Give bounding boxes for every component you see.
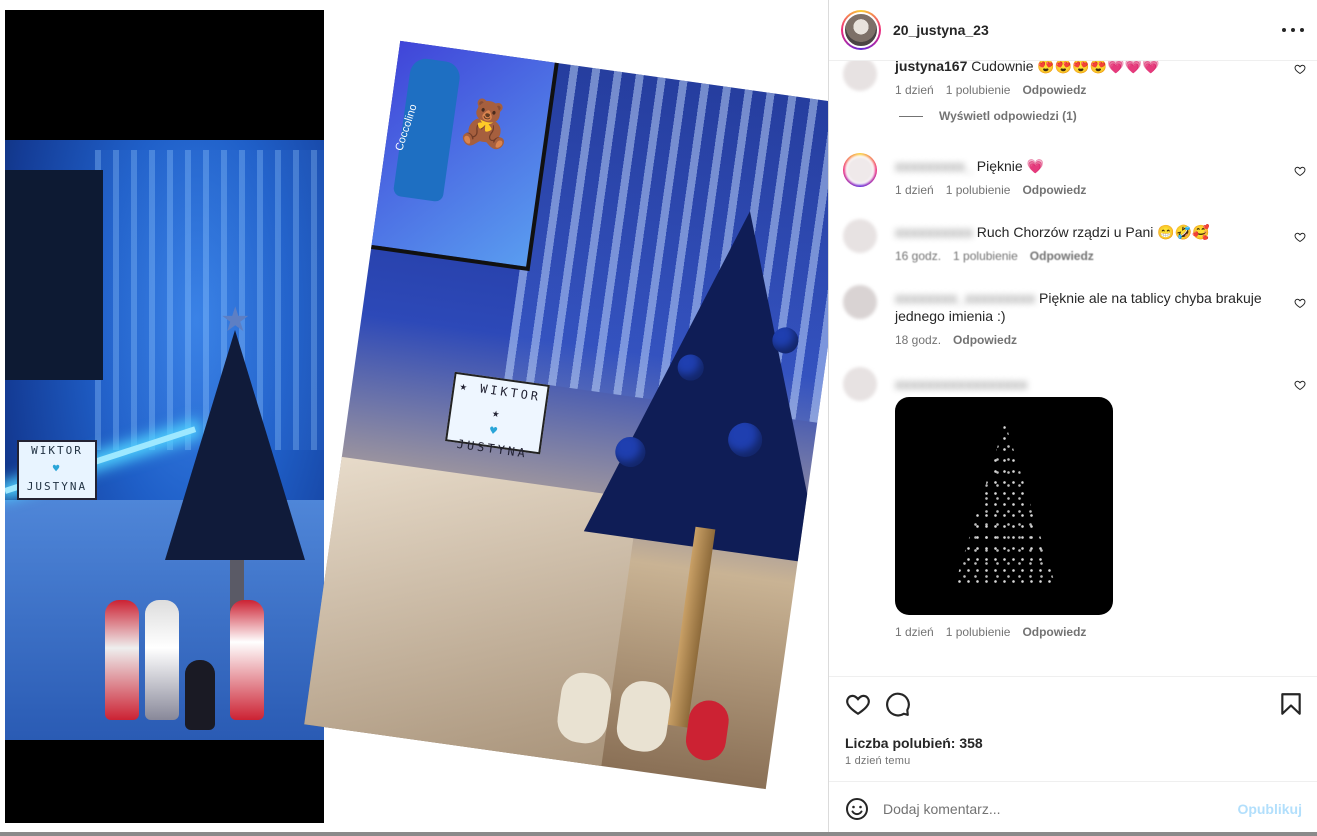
letter-board-sign: ★ WIKTOR ★ ♥ JUSTYNA [445, 371, 550, 461]
comments-list[interactable]: justyna167 Cudownie 😍😍😍😍💗💗💗 1 dzień 1 po… [829, 61, 1317, 676]
comment-username[interactable]: xxxxxxxx_xxxxxxxxx [895, 290, 1035, 306]
reply-button[interactable]: Odpowiedz [1022, 83, 1086, 97]
heart-icon[interactable] [845, 691, 871, 717]
likes-count[interactable]: Liczba polubień: 358 [845, 735, 983, 751]
reply-button[interactable]: Odpowiedz [1022, 183, 1086, 197]
commenter-avatar[interactable] [843, 61, 877, 91]
author-username[interactable]: 20_justyna_23 [893, 22, 989, 38]
comment-item: xxxxxxxxxxxxxxxxx 1 dzień 1 polubienie O… [829, 367, 1317, 647]
heart-icon[interactable] [1294, 165, 1306, 177]
post-date[interactable]: 1 dzień temu [845, 755, 910, 767]
reply-button[interactable]: Odpowiedz [953, 333, 1017, 347]
comment-composer: Opublikuj [829, 781, 1317, 836]
post-media[interactable]: WIKTOR ♥ JUSTYNA ★ 🧸 Coccolino ★ WIKTOR … [0, 0, 828, 836]
comment-gif[interactable] [895, 397, 1113, 615]
comment-time[interactable]: 1 dzień [895, 83, 934, 97]
bookmark-icon[interactable] [1278, 691, 1304, 717]
commenter-avatar[interactable] [843, 367, 877, 401]
reply-button[interactable]: Odpowiedz [1030, 249, 1094, 263]
comment-likes[interactable]: 1 polubienie [946, 625, 1011, 639]
photo-warm-tree: 🧸 Coccolino ★ WIKTOR ★ ♥ JUSTYNA [304, 40, 828, 790]
more-icon[interactable] [1282, 20, 1304, 40]
comment-username[interactable]: xxxxxxxxxx [895, 224, 973, 240]
reply-button[interactable]: Odpowiedz [1022, 625, 1086, 639]
post-sidebar: 20_justyna_23 justyna167 Cudownie 😍😍😍😍💗💗… [828, 0, 1317, 836]
heart-icon[interactable] [1294, 297, 1306, 309]
commenter-avatar[interactable] [843, 153, 877, 187]
comment-time[interactable]: 1 dzień [895, 183, 934, 197]
letter-board-sign: WIKTOR ♥ JUSTYNA [17, 440, 97, 500]
heart-icon[interactable] [1294, 63, 1306, 75]
comment-text: Ruch Chorzów rządzi u Pani 😁🤣🥰 [976, 224, 1210, 240]
comment-text: Pięknie 💗 [976, 158, 1045, 174]
photo-blue-tree: WIKTOR ♥ JUSTYNA ★ [5, 10, 324, 823]
comment-input[interactable] [883, 794, 1233, 824]
commenter-avatar[interactable] [843, 285, 877, 319]
view-replies-button[interactable]: Wyświetl odpowiedzi (1) [899, 109, 1077, 123]
post-comment-button[interactable]: Opublikuj [1237, 801, 1302, 817]
comment-time[interactable]: 1 dzień [895, 625, 934, 639]
comment-icon[interactable] [885, 691, 911, 717]
comment-time[interactable]: 16 godz. [895, 249, 941, 263]
comment-likes[interactable]: 1 polubienie [946, 183, 1011, 197]
comment-username[interactable]: xxxxxxxxx_ [895, 158, 973, 174]
author-avatar[interactable] [841, 10, 881, 50]
post-actions: Liczba polubień: 358 1 dzień temu [829, 676, 1317, 781]
heart-icon[interactable] [1294, 379, 1306, 391]
comment-username[interactable]: justyna167 [895, 61, 967, 74]
christmas-tree [165, 330, 305, 560]
comment-time[interactable]: 18 godz. [895, 333, 941, 347]
post-header: 20_justyna_23 [829, 0, 1317, 61]
window-bottom-edge [0, 832, 1317, 836]
comment-likes[interactable]: 1 polubienie [953, 249, 1018, 263]
heart-icon[interactable] [1294, 231, 1306, 243]
comment-text: Cudownie 😍😍😍😍💗💗💗 [971, 61, 1160, 74]
comment-likes[interactable]: 1 polubienie [946, 83, 1011, 97]
emoji-icon[interactable] [845, 797, 869, 821]
comment-username[interactable]: xxxxxxxxxxxxxxxxx [895, 376, 1027, 392]
commenter-avatar[interactable] [843, 219, 877, 253]
